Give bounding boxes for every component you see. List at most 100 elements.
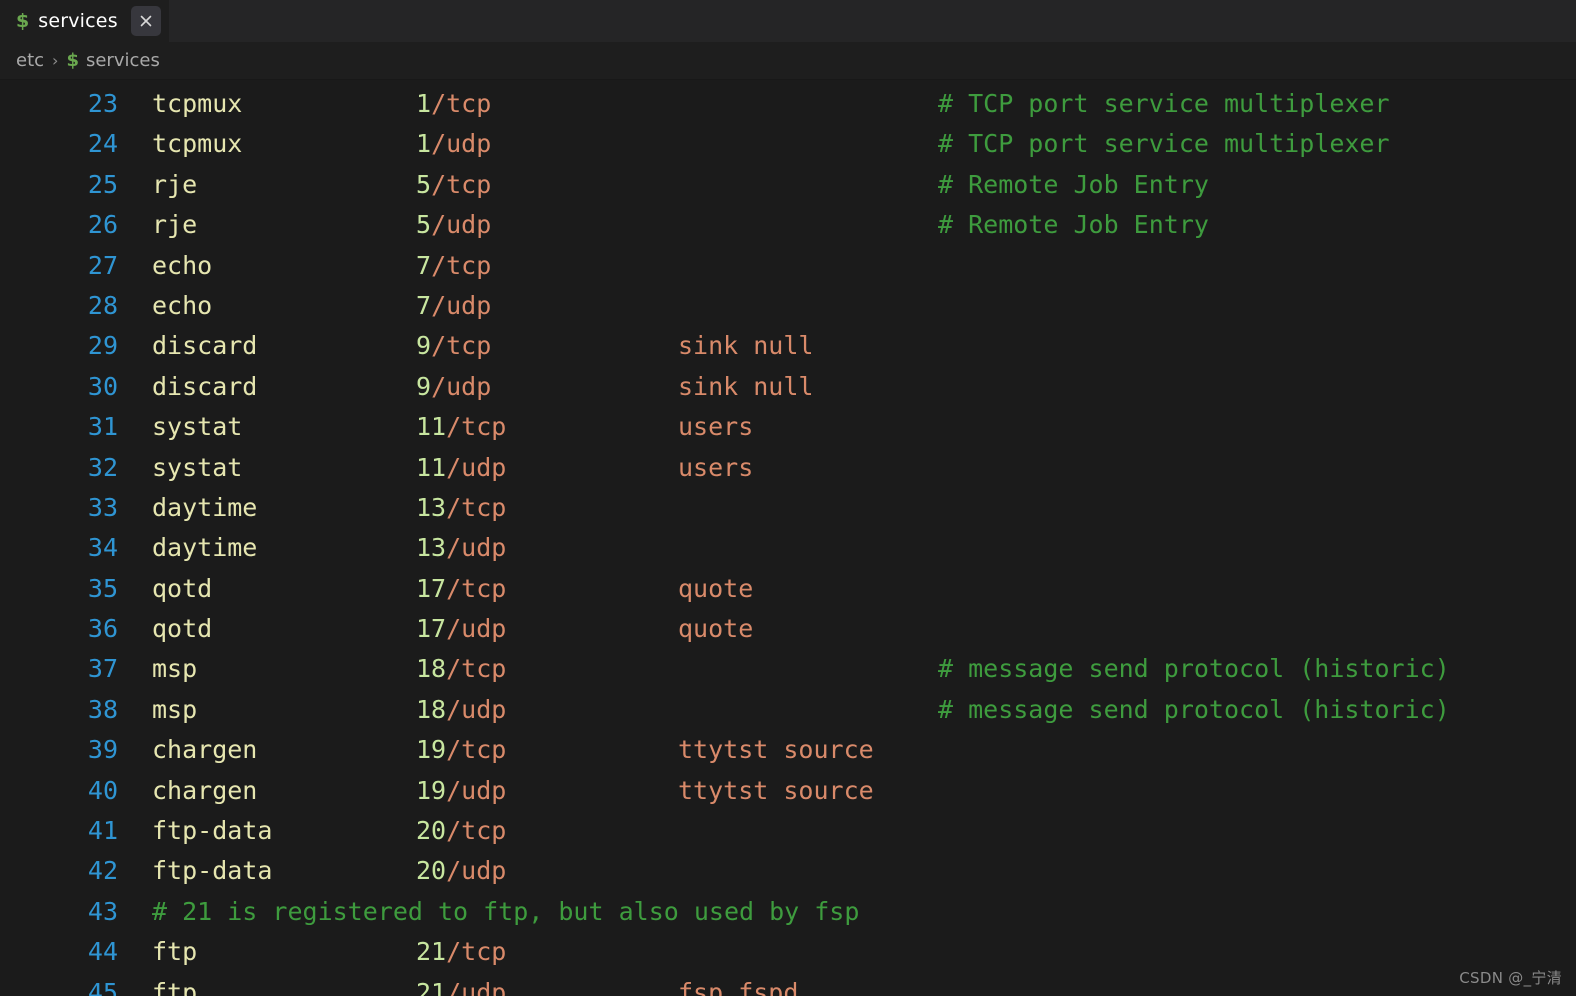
- port-protocol: 18/udp: [416, 690, 506, 730]
- code-line[interactable]: 38 msp 18/udp # message send protocol (hist…: [0, 690, 1576, 730]
- service-name: ftp: [152, 937, 198, 967]
- code-comment: # Remote Job Entry: [938, 169, 1209, 199]
- service-name: ftp: [152, 977, 198, 996]
- protocol: /tcp: [446, 937, 507, 967]
- code-line[interactable]: 26 rje 5/udp # Remote Job Entry: [0, 205, 1576, 245]
- port-number: 11: [416, 412, 447, 442]
- code-line[interactable]: 31 systat 11/tcp users: [0, 407, 1576, 447]
- code-comment: # 21 is registered to ftp, but also used…: [152, 896, 860, 926]
- protocol: /udp: [446, 775, 507, 805]
- protocol: /udp: [431, 371, 492, 401]
- service-name: msp: [152, 694, 198, 724]
- port-protocol: 21/udp: [416, 973, 506, 996]
- protocol: /tcp: [446, 735, 507, 765]
- code-lines-container: 23 tcpmux 1/tcp # TCP port service multiple…: [0, 84, 1576, 996]
- port-protocol: 20/tcp: [416, 811, 506, 851]
- tab-services[interactable]: $ services: [0, 0, 169, 42]
- line-number: 33: [87, 492, 118, 522]
- port-protocol: 5/tcp: [416, 165, 491, 205]
- line-number: 43: [87, 896, 118, 926]
- code-line[interactable]: 41 ftp-data 20/tcp: [0, 811, 1576, 851]
- code-line[interactable]: 28 echo 7/udp: [0, 286, 1576, 326]
- code-line[interactable]: 27 echo 7/tcp: [0, 246, 1576, 286]
- line-number: 25: [87, 169, 118, 199]
- protocol: /tcp: [446, 573, 507, 603]
- service-name: rje: [152, 169, 198, 199]
- service-alias: sink null: [678, 371, 814, 401]
- code-line[interactable]: 35 qotd 17/tcp quote: [0, 569, 1576, 609]
- protocol: /udp: [431, 290, 492, 320]
- port-protocol: 9/udp: [416, 367, 491, 407]
- code-line[interactable]: 45 ftp 21/udp fsp fspd: [0, 973, 1576, 996]
- port-number: 1: [416, 129, 432, 159]
- protocol: /udp: [446, 977, 507, 996]
- port-number: 21: [416, 937, 447, 967]
- service-alias: sink null: [678, 331, 814, 361]
- service-name: rje: [152, 210, 198, 240]
- protocol: /tcp: [431, 250, 492, 280]
- protocol: /udp: [431, 129, 492, 159]
- breadcrumb-item-folder[interactable]: etc: [16, 50, 44, 71]
- code-line[interactable]: 33 daytime 13/tcp: [0, 488, 1576, 528]
- shell-file-icon: $: [66, 50, 79, 71]
- service-name: qotd: [152, 573, 213, 603]
- service-alias: users: [678, 452, 754, 482]
- close-icon[interactable]: [130, 6, 161, 36]
- service-alias: quote: [678, 573, 754, 603]
- port-number: 9: [416, 331, 432, 361]
- port-number: 5: [416, 169, 432, 199]
- protocol: /tcp: [446, 816, 507, 846]
- code-line[interactable]: 29 discard 9/tcp sink null: [0, 326, 1576, 366]
- port-number: 18: [416, 654, 447, 684]
- code-line[interactable]: 30 discard 9/udp sink null: [0, 367, 1576, 407]
- chevron-right-icon: ›: [52, 51, 59, 70]
- protocol: /udp: [431, 210, 492, 240]
- service-name: systat: [152, 412, 243, 442]
- code-line[interactable]: 24 tcpmux 1/udp # TCP port service multiple…: [0, 124, 1576, 164]
- port-protocol: 11/udp: [416, 448, 506, 488]
- service-alias: fsp fspd: [678, 977, 799, 996]
- code-editor[interactable]: 23 tcpmux 1/tcp # TCP port service multiple…: [0, 80, 1576, 996]
- line-number: 37: [87, 654, 118, 684]
- code-line[interactable]: 42 ftp-data 20/udp: [0, 851, 1576, 891]
- code-line[interactable]: 39 chargen 19/tcp ttytst source: [0, 730, 1576, 770]
- service-name: tcpmux: [152, 89, 243, 118]
- line-number: 34: [87, 533, 118, 563]
- code-line[interactable]: 32 systat 11/udp users: [0, 448, 1576, 488]
- port-protocol: 13/udp: [416, 528, 506, 568]
- port-number: 20: [416, 856, 447, 886]
- line-number: 40: [87, 775, 118, 805]
- code-line[interactable]: 43 # 21 is registered to ftp, but also us…: [0, 892, 1576, 932]
- breadcrumb-item-file[interactable]: services: [86, 50, 160, 71]
- code-comment: # TCP port service multiplexer: [938, 129, 1390, 159]
- port-number: 13: [416, 533, 447, 563]
- line-number: 36: [87, 614, 118, 644]
- code-line[interactable]: 36 qotd 17/udp quote: [0, 609, 1576, 649]
- port-protocol: 21/tcp: [416, 932, 506, 972]
- port-number: 21: [416, 977, 447, 996]
- protocol: /udp: [446, 856, 507, 886]
- code-line[interactable]: 25 rje 5/tcp # Remote Job Entry: [0, 165, 1576, 205]
- port-protocol: 7/udp: [416, 286, 491, 326]
- tab-bar: $ services: [0, 0, 1576, 42]
- port-number: 9: [416, 371, 432, 401]
- protocol: /tcp: [446, 654, 507, 684]
- code-line[interactable]: 23 tcpmux 1/tcp # TCP port service multiple…: [0, 84, 1576, 124]
- code-line[interactable]: 37 msp 18/tcp # message send protocol (hist…: [0, 649, 1576, 689]
- code-comment: # message send protocol (historic): [938, 654, 1450, 684]
- port-protocol: 9/tcp: [416, 326, 491, 366]
- protocol: /tcp: [431, 331, 492, 361]
- code-line[interactable]: 40 chargen 19/udp ttytst source: [0, 771, 1576, 811]
- port-protocol: 19/udp: [416, 771, 506, 811]
- code-line[interactable]: 44 ftp 21/tcp: [0, 932, 1576, 972]
- port-number: 5: [416, 210, 432, 240]
- protocol: /tcp: [446, 492, 507, 522]
- line-number: 23: [87, 89, 118, 118]
- line-number: 26: [87, 210, 118, 240]
- code-line[interactable]: 34 daytime 13/udp: [0, 528, 1576, 568]
- service-name: qotd: [152, 614, 213, 644]
- code-comment: # Remote Job Entry: [938, 210, 1209, 240]
- breadcrumb: etc › $ services: [0, 42, 1576, 80]
- service-name: msp: [152, 654, 198, 684]
- port-protocol: 7/tcp: [416, 246, 491, 286]
